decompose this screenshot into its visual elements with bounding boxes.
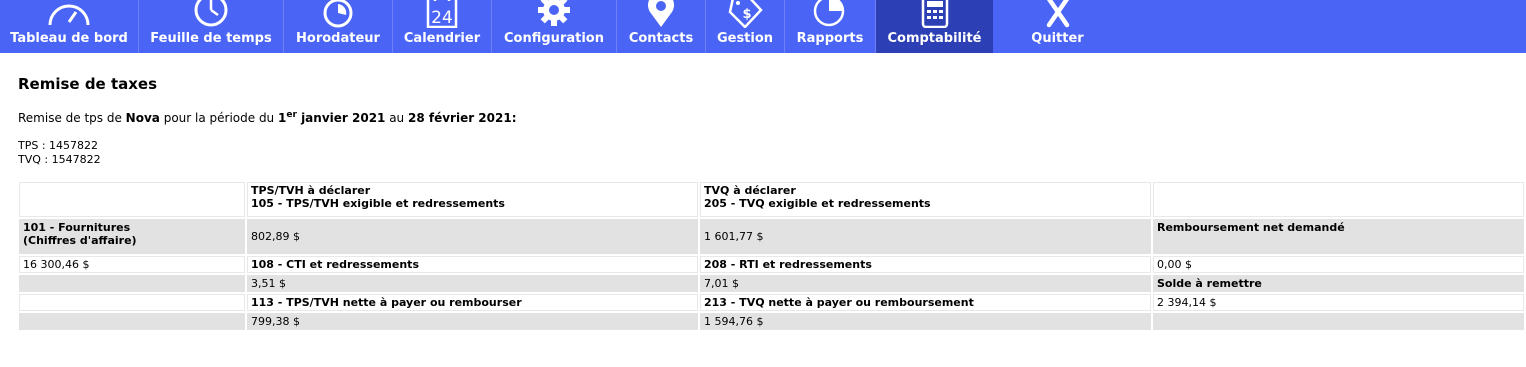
period-middle: pour la période du: [159, 111, 278, 125]
tvq-value-cell: 7,01 $: [700, 275, 1151, 292]
table-cell: [19, 275, 245, 292]
period-start: 1er janvier 2021: [277, 110, 386, 125]
top-navigation-bar: Tableau de bord Feuille de temps Horodat…: [0, 0, 1526, 53]
nav-label: Tableau de bord: [10, 31, 128, 46]
period-prefix: Remise de tps de: [18, 111, 126, 125]
tvq-label-cell: 208 - RTI et redressements: [700, 256, 1151, 273]
table-cell: [1153, 313, 1524, 330]
nav-item-horodateur[interactable]: Horodateur: [284, 0, 392, 53]
solde-label-cell: Solde à remettre: [1153, 275, 1524, 292]
tps-value-cell: 3,51 $: [247, 275, 698, 292]
nav-label: Configuration: [504, 31, 604, 46]
fournitures-label-cell: 101 - Fournitures (Chiffres d'affaire): [19, 219, 245, 254]
tps-number: TPS : 1457822: [18, 139, 99, 152]
period-end: 28 février 2021:: [407, 111, 517, 125]
price-tag-dollar-icon: $: [728, 0, 763, 28]
location-pin-icon: [648, 0, 674, 27]
table-row: 113 - TPS/TVH nette à payer ou rembourse…: [19, 294, 1524, 311]
tps-value-cell: 802,89 $: [247, 219, 698, 254]
table-row: 3,51 $ 7,01 $ Solde à remettre: [19, 275, 1524, 292]
calendar-icon: 24: [426, 0, 458, 28]
tvq-header-cell: TVQ à déclarer 205 - TVQ exigible et redr…: [700, 182, 1151, 217]
tps-label-cell: 108 - CTI et redressements: [247, 256, 698, 273]
table-cell: [19, 294, 245, 311]
tps-header-cell: TPS/TVH à déclarer 105 - TPS/TVH exigible…: [247, 182, 698, 217]
table-cell: [1153, 182, 1524, 217]
tps-label-cell: 113 - TPS/TVH nette à payer ou rembourse…: [247, 294, 698, 311]
tps-value-cell: 799,38 $: [247, 313, 698, 330]
main-content: Remise de taxes Remise de tps de Nova po…: [0, 53, 1526, 367]
company-name: Nova: [125, 111, 160, 125]
nav-item-rapports[interactable]: Rapports: [785, 0, 875, 53]
table-cell: [19, 182, 245, 217]
nav-label: Feuille de temps: [150, 31, 272, 46]
calculator-icon: [921, 0, 948, 28]
solde-value-cell: 2 394,14 $: [1153, 294, 1524, 311]
tvq-value-cell: 1 594,76 $: [700, 313, 1151, 330]
nav-label: Comptabilité: [887, 31, 982, 46]
table-cell: [19, 313, 245, 330]
table-header-row: TPS/TVH à déclarer 105 - TPS/TVH exigible…: [19, 182, 1524, 217]
remboursement-value-cell: 0,00 $: [1153, 256, 1524, 273]
pie-chart-icon: [813, 0, 845, 27]
svg-text:$: $: [742, 7, 751, 22]
nav-label: Contacts: [628, 31, 694, 46]
close-x-icon: [1046, 0, 1069, 28]
nav-item-quitter[interactable]: Quitter: [1000, 0, 1115, 53]
table-row: 799,38 $ 1 594,76 $: [19, 313, 1524, 330]
gauge-icon: [48, 4, 90, 26]
nav-label: Quitter: [1031, 31, 1084, 46]
tvq-label-cell: 213 - TVQ nette à payer ou remboursement: [700, 294, 1151, 311]
nav-label: Calendrier: [403, 31, 481, 46]
svg-text:24: 24: [431, 8, 453, 28]
period-statement: Remise de tps de Nova pour la période du…: [18, 110, 517, 125]
tvq-value-cell: 1 601,77 $: [700, 219, 1151, 254]
nav-item-contacts[interactable]: Contacts: [617, 0, 705, 53]
nav-label: Horodateur: [296, 31, 380, 46]
table-row: 16 300,46 $ 108 - CTI et redressements 2…: [19, 256, 1524, 273]
nav-item-feuille-de-temps[interactable]: Feuille de temps: [139, 0, 283, 53]
nav-item-tableau-de-bord[interactable]: Tableau de bord: [0, 0, 138, 53]
nav-item-gestion[interactable]: $ Gestion: [706, 0, 784, 53]
gear-icon: [538, 0, 570, 26]
tax-remittance-table: TPS/TVH à déclarer 105 - TPS/TVH exigible…: [17, 180, 1526, 332]
period-connector: au: [385, 111, 408, 125]
stopwatch-icon: [323, 0, 353, 28]
page-title: Remise de taxes: [18, 75, 158, 93]
nav-label: Rapports: [796, 31, 864, 46]
fournitures-value-cell: 16 300,46 $: [19, 256, 245, 273]
clock-icon: [194, 0, 228, 27]
nav-item-configuration[interactable]: Configuration: [492, 0, 616, 53]
table-row: 101 - Fournitures (Chiffres d'affaire) 80…: [19, 219, 1524, 254]
nav-item-calendrier[interactable]: 24 Calendrier: [393, 0, 491, 53]
nav-item-comptabilite[interactable]: Comptabilité: [876, 0, 993, 53]
remboursement-label-cell: Remboursement net demandé: [1153, 219, 1524, 254]
nav-label: Gestion: [716, 31, 774, 46]
tvq-number: TVQ : 1547822: [18, 153, 101, 166]
